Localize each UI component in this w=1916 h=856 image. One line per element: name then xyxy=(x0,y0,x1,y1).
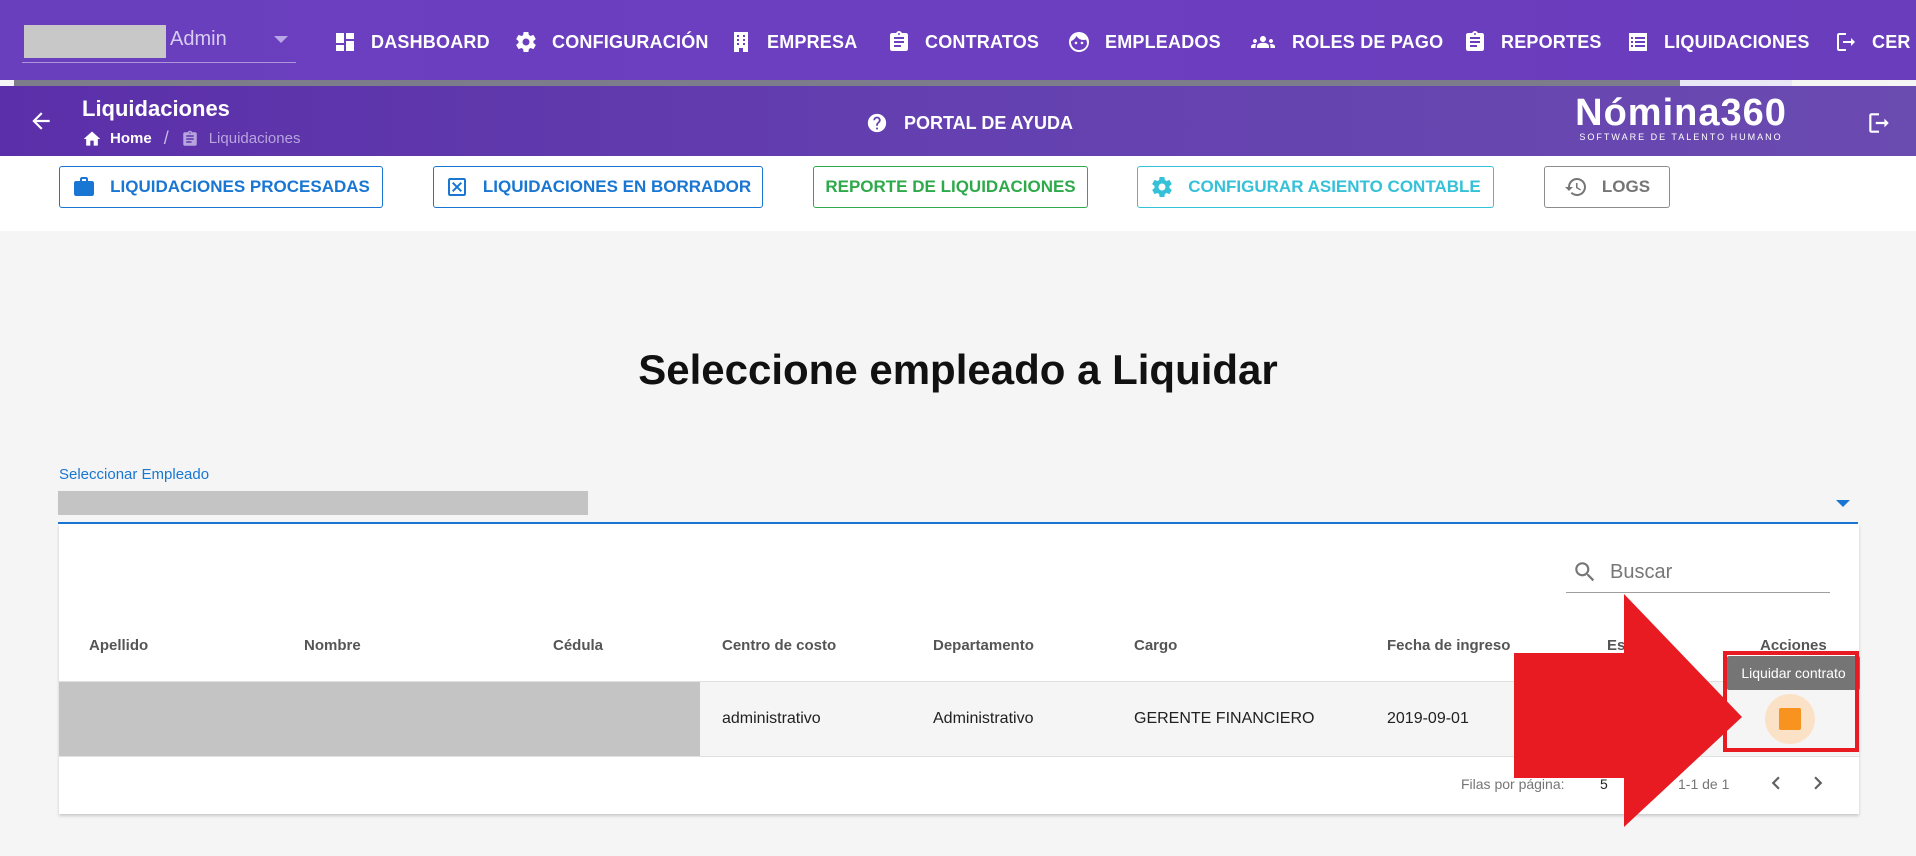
table-row[interactable]: administrativo Administrativo GERENTE FI… xyxy=(59,682,1859,757)
breadcrumb-home[interactable]: Home xyxy=(110,130,152,147)
liquidations-report-button[interactable]: REPORTE DE LIQUIDACIONES xyxy=(813,166,1088,208)
nav-liquidaciones-label: LIQUIDACIONES xyxy=(1664,31,1810,52)
briefcase-icon xyxy=(74,177,95,196)
nav-empleados-label: EMPLEADOS xyxy=(1105,31,1221,52)
employee-select[interactable] xyxy=(58,488,1858,524)
processed-liquidations-label: LIQUIDACIONES PROCESADAS xyxy=(110,177,370,196)
user-role-label: Admin xyxy=(170,28,227,50)
search-icon xyxy=(1575,562,1595,582)
configure-accounting-entry-button[interactable]: CONFIGURAR ASIENTO CONTABLE xyxy=(1137,166,1494,208)
column-header-estado[interactable]: Est xyxy=(1607,637,1630,654)
chevron-left-icon[interactable] xyxy=(1763,770,1789,796)
nav-dashboard[interactable]: DASHBOARD xyxy=(333,26,490,58)
brand-logo: Nómina360 SOFTWARE DE TALENTO HUMANO xyxy=(1566,92,1796,142)
action-toolbar: LIQUIDACIONES PROCESADAS LIQUIDACIONES E… xyxy=(0,156,1916,231)
employee-select-label: Seleccionar Empleado xyxy=(59,466,210,483)
processed-liquidations-button[interactable]: LIQUIDACIONES PROCESADAS xyxy=(59,166,383,208)
draft-liquidations-button[interactable]: LIQUIDACIONES EN BORRADOR xyxy=(433,166,763,208)
gear-icon xyxy=(516,32,536,53)
help-portal-label: PORTAL DE AYUDA xyxy=(904,112,1074,133)
people-icon xyxy=(1251,36,1275,48)
back-arrow-icon[interactable] xyxy=(28,108,54,134)
column-header-cedula[interactable]: Cédula xyxy=(553,637,603,654)
building-icon xyxy=(734,32,748,52)
search-field[interactable] xyxy=(1566,552,1830,593)
gear-icon xyxy=(1152,177,1172,198)
logs-label: LOGS xyxy=(1601,177,1651,196)
nav-roles-de-pago-label: ROLES DE PAGO xyxy=(1292,31,1444,52)
logout-icon xyxy=(1837,33,1855,51)
column-header-cargo[interactable]: Cargo xyxy=(1134,637,1177,654)
chevron-down-icon[interactable] xyxy=(1836,500,1850,507)
nav-contratos[interactable]: CONTRATOS xyxy=(887,26,1039,58)
redacted-employee-data xyxy=(59,682,700,756)
cell-centro-costo: administrativo xyxy=(722,710,821,727)
column-header-centro-costo[interactable]: Centro de costo xyxy=(722,637,836,654)
dashboard-icon xyxy=(336,33,354,51)
column-header-departamento[interactable]: Departamento xyxy=(933,637,1034,654)
breadcrumb: Home / Liquidaciones xyxy=(82,128,300,149)
column-header-nombre[interactable]: Nombre xyxy=(304,637,361,654)
employee-table-card: Apellido Nombre Cédula Centro de costo D… xyxy=(59,524,1859,814)
highlight-box xyxy=(1723,651,1859,752)
chevron-down-icon xyxy=(274,36,288,43)
rows-per-page-label: Filas por página: xyxy=(1461,776,1565,792)
cell-fecha-ingreso: 2019-09-01 xyxy=(1387,710,1469,727)
redacted-user-name xyxy=(24,25,166,58)
nav-configuracion[interactable]: CONFIGURACIÓN xyxy=(514,26,709,58)
brand-tagline: SOFTWARE DE TALENTO HUMANO xyxy=(1579,132,1783,142)
breadcrumb-current: Liquidaciones xyxy=(208,130,301,147)
draft-liquidations-label: LIQUIDACIONES EN BORRADOR xyxy=(482,177,752,196)
nav-roles-de-pago[interactable]: ROLES DE PAGO xyxy=(1248,26,1443,58)
nav-empresa[interactable]: EMPRESA xyxy=(729,26,857,58)
configure-accounting-entry-label: CONFIGURAR ASIENTO CONTABLE xyxy=(1188,177,1481,196)
help-portal-link[interactable]: PORTAL DE AYUDA xyxy=(866,112,1073,134)
rows-per-page-select[interactable]: 5 xyxy=(1600,776,1608,792)
list-icon xyxy=(1629,33,1647,51)
chevron-right-icon[interactable] xyxy=(1805,770,1831,796)
top-navbar: Admin DASHBOARD CONFIGURACIÓN EMPRESA CO… xyxy=(0,0,1916,80)
liquidations-report-label: REPORTE DE LIQUIDACIONES xyxy=(825,177,1076,196)
column-header-fecha-ingreso[interactable]: Fecha de ingreso xyxy=(1387,637,1510,654)
search-input[interactable] xyxy=(1608,559,1812,585)
nav-cerrar-sesion[interactable]: CER xyxy=(1834,26,1911,58)
nav-dashboard-label: DASHBOARD xyxy=(371,31,490,52)
nav-cerrar-label: CER xyxy=(1872,31,1911,52)
cell-departamento: Administrativo xyxy=(933,710,1034,727)
home-icon xyxy=(83,131,101,146)
clipboard-icon xyxy=(1466,31,1484,51)
clipboard-icon xyxy=(182,130,197,146)
nav-contratos-label: CONTRATOS xyxy=(925,31,1040,52)
logs-button[interactable]: LOGS xyxy=(1544,166,1670,208)
cell-cargo: GERENTE FINANCIERO xyxy=(1134,710,1315,727)
nav-empresa-label: EMPRESA xyxy=(767,31,858,52)
page-header: Liquidaciones Home / Liquidaciones PORTA… xyxy=(0,86,1916,156)
nav-empleados[interactable]: EMPLEADOS xyxy=(1067,26,1221,58)
user-select[interactable]: Admin xyxy=(22,22,296,63)
nav-reportes-label: REPORTES xyxy=(1501,31,1602,52)
nav-liquidaciones[interactable]: LIQUIDACIONES xyxy=(1626,26,1810,58)
brand-name: Nómina360 xyxy=(1575,92,1787,134)
breadcrumb-separator: / xyxy=(163,128,169,148)
column-header-apellido[interactable]: Apellido xyxy=(89,637,148,654)
close-box-icon xyxy=(447,178,466,196)
redacted-employee-name xyxy=(58,491,588,515)
nav-reportes[interactable]: REPORTES xyxy=(1463,26,1602,58)
clipboard-icon xyxy=(890,31,908,51)
face-icon xyxy=(1069,32,1089,52)
page-title: Liquidaciones xyxy=(82,96,230,121)
history-icon xyxy=(1564,178,1586,196)
logout-icon[interactable] xyxy=(1866,110,1892,136)
main-heading: Seleccione empleado a Liquidar xyxy=(638,346,1278,393)
pagination-range: 1-1 de 1 xyxy=(1678,776,1730,792)
help-icon xyxy=(867,113,887,133)
nav-configuracion-label: CONFIGURACIÓN xyxy=(552,31,709,52)
